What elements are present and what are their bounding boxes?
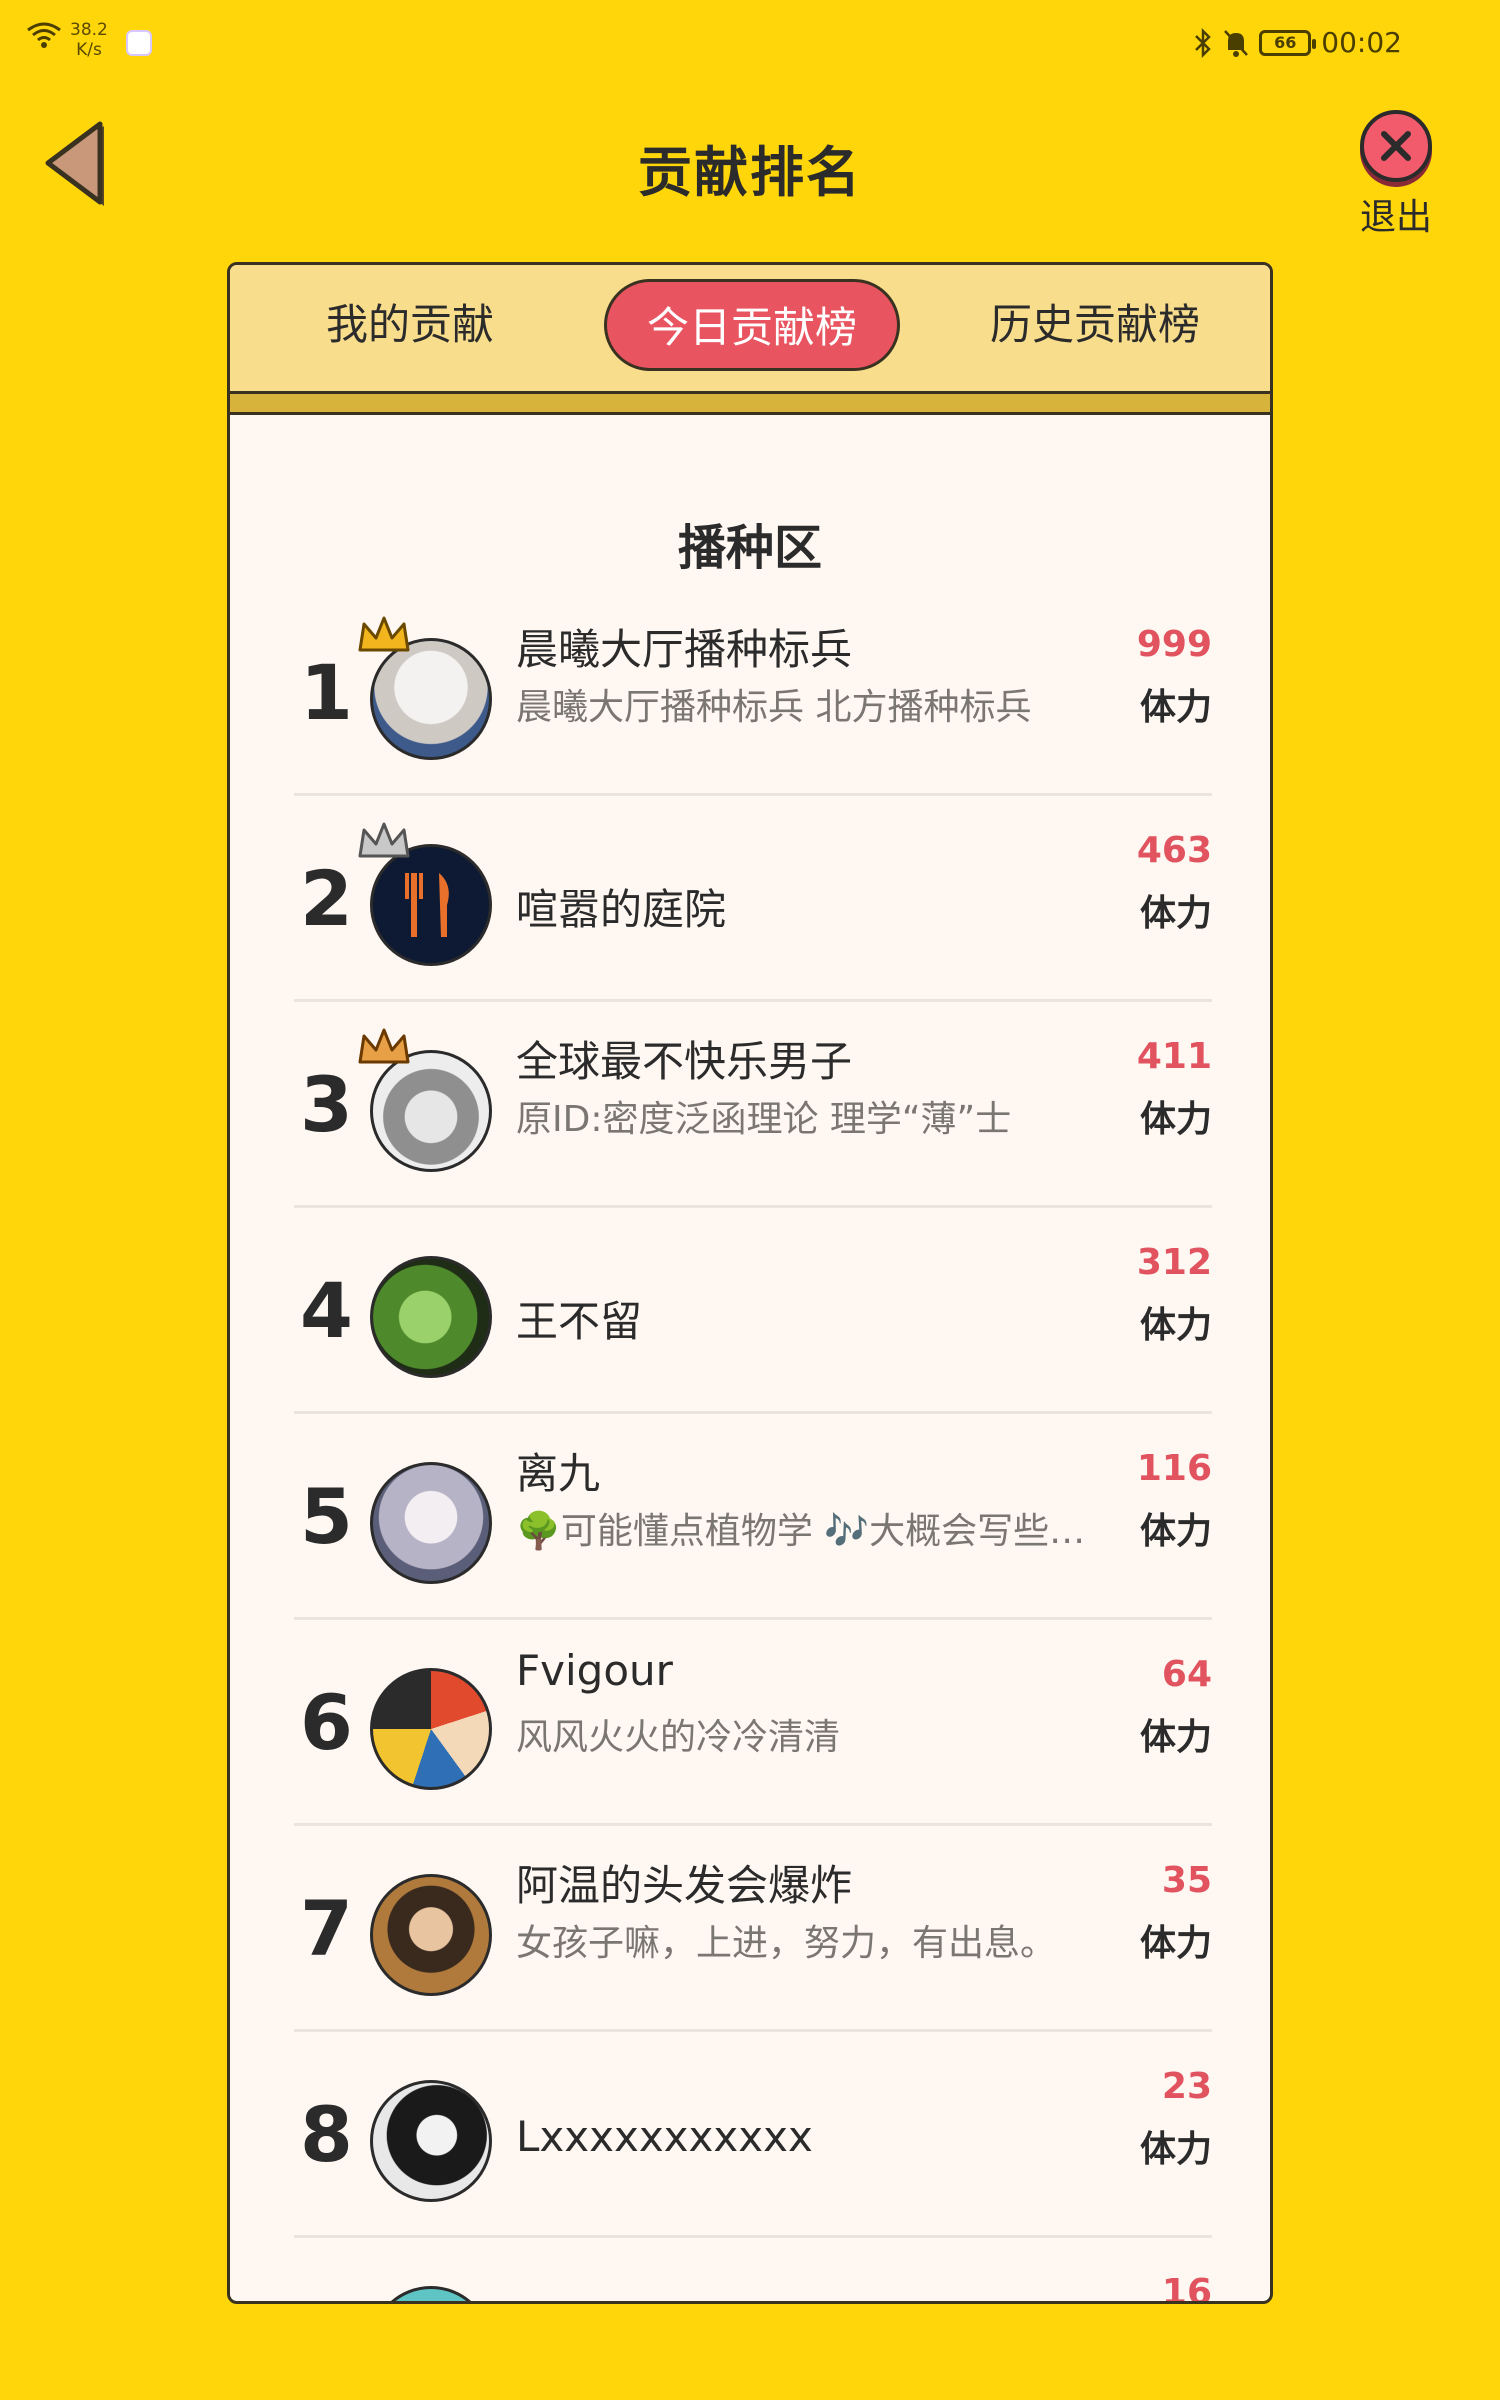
user-bio: 🌳可能懂点植物学 🎶大概会写些… — [516, 1511, 1086, 1552]
score-value: 463 — [1136, 830, 1212, 871]
user-name: 全球最不快乐男子 — [516, 1037, 853, 1086]
ranking-row[interactable]: 1 晨曦大厅播种标兵 晨曦大厅播种标兵 北方播种标兵 999 体力 — [294, 590, 1212, 796]
tab-my-contribution[interactable]: 我的贡献 — [280, 279, 540, 371]
user-name: 喧嚣的庭院 — [516, 885, 727, 934]
ranking-row[interactable]: 9 16 — [294, 2238, 1212, 2304]
tab-bar: 我的贡献 今日贡献榜 历史贡献榜 — [230, 265, 1270, 415]
rank-number: 8 — [300, 2090, 353, 2179]
status-right: 66 00:02 — [1193, 26, 1402, 59]
avatar[interactable] — [370, 1256, 492, 1378]
score-value: 411 — [1136, 1036, 1212, 1077]
user-name: 阿温的头发会爆炸 — [516, 1861, 853, 1910]
score-value: 16 — [1161, 2272, 1212, 2304]
rank-number: 2 — [300, 854, 353, 943]
ranking-row[interactable]: 5 离九 🌳可能懂点植物学 🎶大概会写些… 116 体力 — [294, 1414, 1212, 1620]
clock: 00:02 — [1321, 26, 1402, 59]
ranking-row[interactable]: 2 喧嚣的庭院 463 体力 — [294, 796, 1212, 1002]
avatar[interactable] — [370, 2080, 492, 2202]
score-unit: 体力 — [1139, 687, 1212, 728]
tab-today-ranking[interactable]: 今日贡献榜 — [604, 279, 900, 371]
exit-button[interactable]: 退出 — [1348, 110, 1444, 240]
user-bio: 风风火火的冷冷清清 — [516, 1717, 841, 1758]
score-value: 312 — [1136, 1242, 1212, 1283]
gold-crown-icon — [358, 616, 410, 652]
score-unit: 体力 — [1139, 1099, 1212, 1140]
exit-label: 退出 — [1359, 197, 1432, 238]
bluetooth-icon — [1195, 27, 1212, 58]
user-bio: 女孩子嘛，上进，努力，有出息。 — [516, 1923, 1057, 1964]
notification-app-icon — [125, 30, 152, 56]
user-name: Fvigour — [516, 1646, 673, 1695]
rank-number: 1 — [300, 648, 353, 737]
bronze-crown-icon — [358, 1028, 410, 1064]
score-unit: 体力 — [1139, 2129, 1212, 2170]
rank-number: 4 — [300, 1266, 353, 1355]
mute-bell-icon — [1224, 29, 1249, 57]
network-speed: 38.2 K/s — [70, 20, 108, 60]
battery-indicator: 66 — [1259, 29, 1317, 56]
ranking-row[interactable]: 6 Fvigour 风风火火的冷冷清清 64 体力 — [294, 1620, 1212, 1826]
rank-number: 5 — [300, 1472, 353, 1561]
score-value: 23 — [1161, 2066, 1212, 2107]
contribution-ranking-page: 38.2 K/s 66 00:02 贡献排名 退出 我的贡献 今日贡献榜 历史贡… — [0, 0, 1500, 2400]
score-value: 999 — [1136, 624, 1212, 665]
wifi-icon — [27, 22, 61, 48]
zone-title: 播种区 — [677, 520, 822, 576]
ranking-row[interactable]: 8 Lxxxxxxxxxxx 23 体力 — [294, 2032, 1212, 2238]
network-speed-value: 38.2 — [70, 20, 108, 40]
score-unit: 体力 — [1139, 893, 1212, 934]
avatar[interactable] — [370, 1874, 492, 1996]
fork-knife-icon — [405, 873, 449, 937]
user-name: 离九 — [516, 1449, 601, 1498]
avatar[interactable] — [370, 1668, 492, 1790]
rank-number: 6 — [300, 1678, 353, 1767]
ranking-row[interactable]: 3 全球最不快乐男子 原ID:密度泛函理论 理学“薄”士 411 体力 — [294, 1002, 1212, 1208]
avatar[interactable] — [370, 2286, 492, 2301]
silver-crown-icon — [358, 822, 410, 858]
page-title: 贡献排名 — [638, 141, 862, 204]
avatar[interactable] — [370, 1462, 492, 1584]
user-bio: 晨曦大厅播种标兵 北方播种标兵 — [516, 687, 1032, 728]
score-value: 35 — [1161, 1860, 1212, 1901]
ranking-row[interactable]: 7 阿温的头发会爆炸 女孩子嘛，上进，努力，有出息。 35 体力 — [294, 1826, 1212, 2032]
tab-history-ranking[interactable]: 历史贡献榜 — [950, 279, 1240, 371]
ranking-list: 1 晨曦大厅播种标兵 晨曦大厅播种标兵 北方播种标兵 999 体力 2 喧嚣的庭… — [294, 590, 1212, 2304]
score-unit: 体力 — [1139, 1305, 1212, 1346]
user-bio: 原ID:密度泛函理论 理学“薄”士 — [516, 1099, 1012, 1140]
status-left: 38.2 K/s — [26, 20, 152, 60]
ranking-panel: 我的贡献 今日贡献榜 历史贡献榜 播种区 1 晨曦大厅播种标兵 晨曦大厅播种标兵… — [227, 262, 1273, 2304]
user-name: Lxxxxxxxxxxx — [516, 2112, 813, 2161]
score-unit: 体力 — [1139, 1923, 1212, 1964]
score-unit: 体力 — [1139, 1717, 1212, 1758]
user-name: 王不留 — [516, 1297, 643, 1346]
score-value: 116 — [1136, 1448, 1212, 1489]
close-icon — [1360, 110, 1432, 182]
ranking-row[interactable]: 4 王不留 312 体力 — [294, 1208, 1212, 1414]
status-bar: 38.2 K/s 66 00:02 — [0, 0, 1500, 85]
score-unit: 体力 — [1139, 1511, 1212, 1552]
rank-number: 3 — [300, 1060, 353, 1149]
network-speed-unit: K/s — [76, 40, 102, 60]
score-value: 64 — [1161, 1654, 1212, 1695]
rank-number: 7 — [300, 1884, 353, 1973]
user-name: 晨曦大厅播种标兵 — [516, 625, 853, 674]
